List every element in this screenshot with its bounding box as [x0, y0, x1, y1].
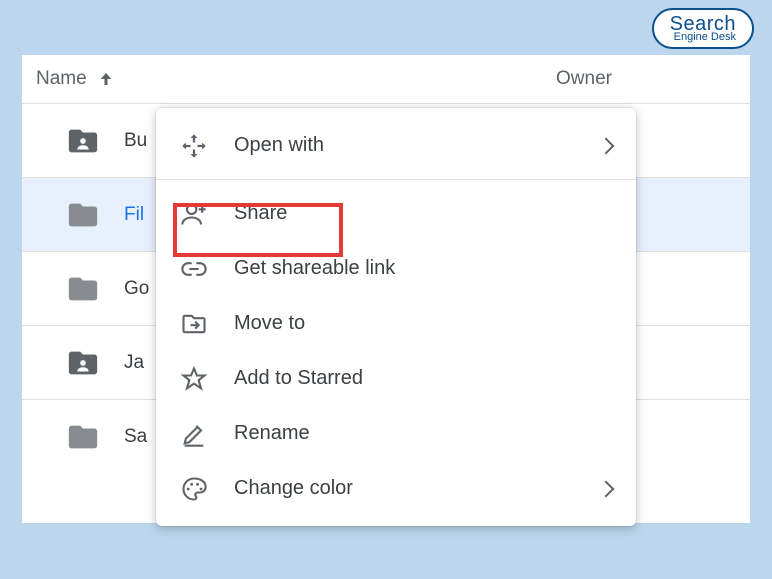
menu-label: Add to Starred — [234, 367, 612, 390]
folder-icon — [66, 198, 100, 232]
menu-label: Move to — [234, 312, 612, 335]
menu-label: Get shareable link — [234, 257, 612, 280]
column-header-owner[interactable]: Owner — [556, 68, 736, 90]
link-icon — [180, 255, 208, 283]
column-header-owner-label: Owner — [556, 68, 612, 89]
menu-move-to[interactable]: Move to — [156, 296, 636, 351]
open-with-icon — [180, 132, 208, 160]
brand-logo: Search Engine Desk — [652, 8, 754, 49]
menu-divider — [156, 179, 636, 180]
column-header-name-label: Name — [36, 68, 87, 90]
menu-label: Rename — [234, 422, 612, 445]
folder-icon — [66, 272, 100, 306]
person-add-icon — [180, 200, 208, 228]
menu-change-color[interactable]: Change color — [156, 461, 636, 516]
chevron-right-icon — [598, 480, 615, 497]
menu-get-link[interactable]: Get shareable link — [156, 241, 636, 296]
chevron-right-icon — [598, 137, 615, 154]
column-header-name[interactable]: Name — [36, 68, 556, 90]
menu-rename[interactable]: Rename — [156, 406, 636, 461]
column-header-row: Name Owner — [22, 55, 750, 103]
pencil-icon — [180, 420, 208, 448]
menu-open-with[interactable]: Open with — [156, 118, 636, 173]
menu-share[interactable]: Share — [156, 186, 636, 241]
folder-icon — [66, 420, 100, 454]
shared-folder-icon — [66, 124, 100, 158]
menu-label: Change color — [234, 477, 600, 500]
menu-label: Open with — [234, 134, 600, 157]
context-menu: Open with Share Get shareable link Move … — [156, 108, 636, 526]
sort-ascending-icon — [97, 70, 115, 88]
menu-add-starred[interactable]: Add to Starred — [156, 351, 636, 406]
move-to-folder-icon — [180, 310, 208, 338]
star-icon — [180, 365, 208, 393]
shared-folder-icon — [66, 346, 100, 380]
palette-icon — [180, 475, 208, 503]
brand-logo-sub: Engine Desk — [670, 32, 736, 43]
menu-label: Share — [234, 202, 612, 225]
